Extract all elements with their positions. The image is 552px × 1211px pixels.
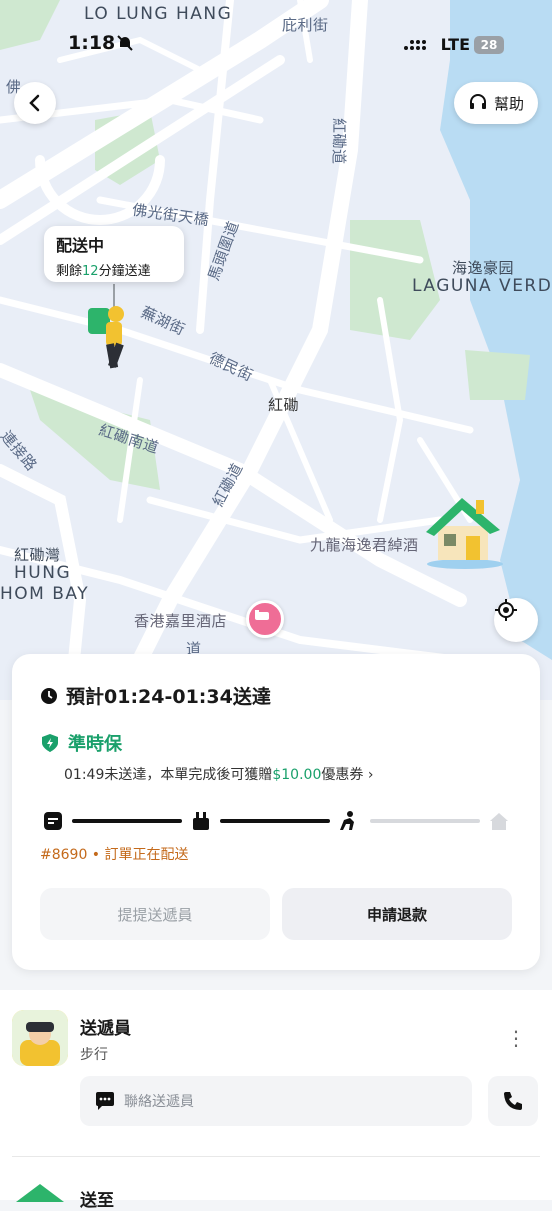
help-button[interactable]: 幫助 <box>453 82 538 124</box>
guarantee-suffix: 優惠券 <box>321 767 364 783</box>
destination-small-house-icon <box>12 1182 68 1206</box>
destination-label: 送至 <box>80 1191 114 1211</box>
home-icon <box>486 808 512 834</box>
map-label-hung-hom-road: 紅磡道 <box>330 118 348 165</box>
order-status-card: 預計01:24-01:34送達 準時保 01:49未送達，本單完成後可獲贈$10… <box>12 654 540 970</box>
guarantee-description-link[interactable]: 01:49未送達，本單完成後可獲贈$10.00優惠券 › <box>64 764 373 784</box>
rider-eta-prefix: 剩餘 <box>56 264 83 279</box>
rider-eta-suffix: 分鐘送達 <box>98 264 151 279</box>
call-courier-button[interactable] <box>488 1076 538 1126</box>
back-button[interactable] <box>14 82 56 124</box>
eta-row: 預計01:24-01:34送達 <box>40 682 271 709</box>
signal-icon <box>403 37 427 55</box>
map-label-hung-hom-bay-en1: HUNG <box>14 563 72 583</box>
chevron-right-icon: › <box>367 767 374 783</box>
guarantee-amount: $10.00 <box>272 767 322 783</box>
status-bar: 1:18 LTE 28 <box>0 32 552 60</box>
courier-mode: 步行 <box>80 1047 108 1063</box>
battery-level: 28 <box>474 36 504 54</box>
progress-segment-3 <box>370 819 480 823</box>
guarantee-title: 準時保 <box>68 734 122 755</box>
delivery-progress <box>40 808 514 834</box>
bell-muted-icon <box>116 34 134 56</box>
rider-eta-minutes: 12 <box>82 264 99 279</box>
order-status-text: #8690 • 訂單正在配送 <box>40 847 189 863</box>
contact-courier-button[interactable]: 聯絡送遞員 <box>80 1076 472 1126</box>
phone-icon <box>504 1092 522 1110</box>
hotel-pin-icon[interactable] <box>246 600 284 638</box>
rider-eta-text: 剩餘12分鐘送達 <box>56 260 172 279</box>
more-options-icon[interactable]: ⋮ <box>506 1026 526 1050</box>
remind-courier-button[interactable]: 提提送遞員 <box>40 888 270 940</box>
courier-name: 送遞員 <box>80 1019 131 1039</box>
progress-segment-1 <box>72 819 182 823</box>
map-label-hung-hom-bay-zh: 紅磡灣 <box>14 546 61 564</box>
contact-courier-placeholder: 聯絡送遞員 <box>124 1094 194 1110</box>
map-label-harbour-grand: 九龍海逸君綽酒 <box>310 536 419 554</box>
map-label-laguna-en: LAGUNA VERD <box>412 276 552 296</box>
chat-icon <box>96 1092 114 1110</box>
map-label-lo-lung-hang: LO LUNG HANG <box>84 4 233 24</box>
rider-status-bubble: 配送中 剩餘12分鐘送達 <box>44 226 184 282</box>
network-type: LTE <box>440 35 470 54</box>
map-label-hung-hom: 紅磡 <box>268 396 300 414</box>
map-label-kerry-hotel: 香港嘉里酒店 <box>134 612 228 630</box>
receipt-icon <box>40 808 66 834</box>
headset-icon <box>469 94 486 109</box>
status-time: 1:18 <box>68 32 116 54</box>
map-label-hung-hom-bay-en2: HOM BAY <box>0 584 90 604</box>
courier-avatar <box>12 1010 68 1066</box>
clock-icon <box>41 687 57 704</box>
map-label-laguna-zh: 海逸豪园 <box>452 259 515 277</box>
locate-me-button[interactable] <box>494 598 538 642</box>
request-refund-button[interactable]: 申請退款 <box>282 888 512 940</box>
section-divider <box>12 1156 540 1157</box>
progress-segment-2 <box>220 819 330 823</box>
shield-icon <box>42 734 58 752</box>
crosshair-icon <box>495 599 517 621</box>
eta-text: 預計01:24-01:34送達 <box>66 686 271 708</box>
chevron-left-icon <box>29 94 40 112</box>
guarantee-prefix: 01:49未送達，本單完成後可獲贈 <box>64 767 273 783</box>
ontime-guarantee-row: 準時保 <box>40 730 122 756</box>
courier-walking-icon <box>336 808 362 834</box>
bag-icon <box>188 808 214 834</box>
help-label: 幫助 <box>493 94 524 113</box>
rider-status-title: 配送中 <box>56 236 105 255</box>
courier-section: 送遞員 步行 ⋮ 聯絡送遞員 送至 <box>0 990 552 1211</box>
